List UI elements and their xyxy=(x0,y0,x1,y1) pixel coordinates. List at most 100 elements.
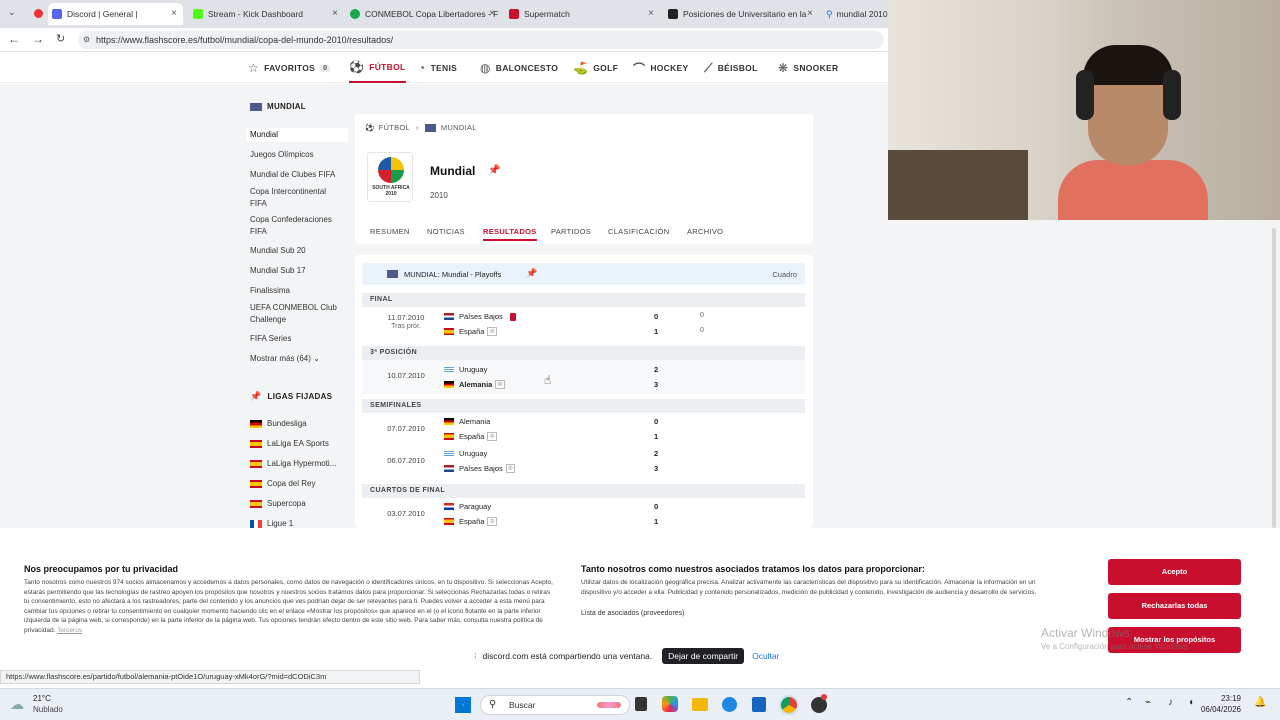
match-row[interactable]: 11.07.2010 Tras prór. Países Bajos Españ… xyxy=(362,307,805,341)
close-icon[interactable]: × xyxy=(807,8,813,19)
headphone-icon xyxy=(1076,70,1094,120)
stop-sharing-button[interactable]: Dejar de compartir xyxy=(662,648,745,664)
reload-icon[interactable]: ↻ xyxy=(56,32,65,45)
sidebar-item-finalissima[interactable]: Finalissima xyxy=(250,285,348,297)
match-date: 07.07.2010 xyxy=(387,424,425,433)
football-icon: ⚽ xyxy=(349,60,365,74)
store-icon[interactable] xyxy=(752,697,766,712)
site-info-icon[interactable]: ⚙ xyxy=(83,31,90,49)
chevron-up-icon[interactable]: ⌃ xyxy=(1125,697,1133,708)
pin-icon[interactable]: 📌 xyxy=(488,165,500,176)
tab-clasificacion[interactable]: CLASIFICACIÓN xyxy=(608,227,669,236)
reject-all-button[interactable]: Rechazarlas todas xyxy=(1108,593,1241,619)
edge-icon[interactable] xyxy=(722,697,737,712)
volume-icon[interactable]: ◖ xyxy=(1188,697,1194,708)
baseball-icon: ⟋ xyxy=(704,60,713,75)
home-score-90: 0 xyxy=(700,312,704,319)
file-explorer-icon[interactable] xyxy=(692,698,708,711)
back-icon[interactable]: ← xyxy=(8,32,20,46)
show-more-link[interactable]: Mostrar más (64) ⌄ xyxy=(250,353,348,365)
sidebar-item-mundial-sub20[interactable]: Mundial Sub 20 xyxy=(250,245,348,257)
nav-hockey[interactable]: ⌒ HOCKEY xyxy=(633,53,688,83)
drag-handle-icon[interactable]: ⁞ xyxy=(474,651,477,661)
results-list: MUNDIAL: Mundial - Playoffs 📌 Cuadro FIN… xyxy=(355,255,813,528)
pin-icon: 📌 xyxy=(250,391,262,401)
match-row[interactable]: 07.07.2010 Alemania España ♔ 0 1 xyxy=(362,413,805,445)
microphone-icon[interactable]: ♪ xyxy=(1168,697,1173,708)
clock-date[interactable]: 06/04/2026 xyxy=(1198,705,1241,714)
tab-supermatch[interactable]: Supermatch × xyxy=(505,3,660,25)
taskbar-search[interactable]: ⚲ Buscar xyxy=(480,695,630,715)
tab-posiciones[interactable]: Posiciones de Universitario en la × xyxy=(664,3,819,25)
weather-cloud-icon[interactable]: ☁ xyxy=(10,696,24,713)
breadcrumb-competition[interactable]: MUNDIAL xyxy=(441,123,477,132)
clock-time[interactable]: 23:19 xyxy=(1207,694,1241,703)
sidebar-item-juegos-olimpicos[interactable]: Juegos Olímpicos xyxy=(250,149,348,161)
match-row[interactable]: 06.07.2010 Uruguay Países Bajos ♔ 2 3 xyxy=(362,445,805,477)
sidebar-item-fifa-series[interactable]: FIFA Series xyxy=(250,333,348,345)
tab-kick[interactable]: Stream - Kick Dashboard × xyxy=(189,3,344,25)
url-field[interactable]: ⚙ https://www.flashscore.es/futbol/mundi… xyxy=(78,31,884,49)
match-row[interactable]: 03.07.2010 Paraguay España ♔ 0 1 xyxy=(362,498,805,528)
sidebar-item-mundial[interactable]: Mundial xyxy=(250,129,348,141)
tab-list-chevron-icon[interactable]: ⌄ xyxy=(8,7,16,18)
hide-share-button[interactable]: Ocultar xyxy=(752,651,779,661)
sidebar-section-mundial: MUNDIAL xyxy=(250,102,306,111)
partners-link[interactable]: Lista de asociados (proveedores) xyxy=(581,609,685,619)
notifications-bell-icon[interactable]: 🔔 xyxy=(1254,697,1266,708)
sidebar-item-copa-intercontinental[interactable]: Copa Intercontinental FIFA xyxy=(250,186,342,210)
nav-tenis[interactable]: ◔ TENIS xyxy=(418,53,457,83)
sidebar-item-mundial-clubes[interactable]: Mundial de Clubes FIFA xyxy=(250,169,348,181)
page-scrollbar[interactable] xyxy=(1272,228,1276,528)
favorites-count-badge: 0 xyxy=(320,64,331,72)
close-icon[interactable]: × xyxy=(489,8,495,19)
pin-icon[interactable]: 📌 xyxy=(526,268,537,279)
search-icon: ⚲ xyxy=(489,699,497,710)
network-icon[interactable]: ⌁ xyxy=(1145,697,1151,708)
pinned-laliga-hypermotion[interactable]: LaLiga Hypermoti... xyxy=(250,458,348,470)
tab-search-mundial[interactable]: ⚲ mundial 2010 xyxy=(822,3,888,25)
match-date: 10.07.2010 xyxy=(387,371,425,380)
tab-resumen[interactable]: RESUMEN xyxy=(370,227,410,236)
breadcrumb-sport[interactable]: FÚTBOL xyxy=(379,123,410,132)
nav-futbol[interactable]: ⚽ FÚTBOL xyxy=(349,53,406,83)
sidebar-item-copa-confederaciones[interactable]: Copa Confederaciones FIFA xyxy=(250,214,342,238)
nav-favoritos[interactable]: ☆ FAVORITOS 0 xyxy=(248,53,331,83)
nav-baloncesto[interactable]: ◍ BALONCESTO xyxy=(480,53,558,83)
close-icon[interactable]: × xyxy=(648,8,654,19)
sidebar-item-uefa-conmebol[interactable]: UEFA CONMEBOL Club Challenge xyxy=(250,302,348,326)
tab-archivo[interactable]: ARCHIVO xyxy=(687,227,723,236)
away-score: 3 xyxy=(654,380,659,389)
pinned-laliga[interactable]: LaLiga EA Sports xyxy=(250,438,348,450)
third-parties-link[interactable]: Terceros xyxy=(57,627,82,634)
tab-discord[interactable]: Discord | General | × xyxy=(48,3,183,25)
germany-flag-icon xyxy=(250,419,262,428)
close-icon[interactable]: × xyxy=(171,8,177,19)
germany-flag-icon xyxy=(444,381,454,388)
close-icon[interactable]: × xyxy=(332,8,338,19)
copilot-icon[interactable] xyxy=(662,696,678,712)
tournament-title[interactable]: MUNDIAL: Mundial - Playoffs xyxy=(404,270,501,279)
chrome-icon[interactable] xyxy=(781,697,797,713)
pinned-bundesliga[interactable]: Bundesliga xyxy=(250,418,348,430)
accept-button[interactable]: Acepto xyxy=(1108,559,1241,585)
nav-golf[interactable]: ⛳ GOLF xyxy=(573,53,618,83)
task-view-icon[interactable] xyxy=(635,697,647,711)
tab-resultados[interactable]: RESULTADOS xyxy=(483,227,537,241)
pinned-supercopa[interactable]: Supercopa xyxy=(250,498,348,510)
france-flag-icon xyxy=(250,519,262,528)
tab-conmebol[interactable]: CONMEBOL Copa Libertadores - F × xyxy=(346,3,501,25)
forward-icon[interactable]: → xyxy=(32,32,44,46)
home-score: 2 xyxy=(654,449,659,458)
nav-beisbol[interactable]: ⟋ BÉISBOL xyxy=(704,53,758,83)
bracket-link[interactable]: Cuadro xyxy=(772,270,797,279)
sidebar-item-mundial-sub17[interactable]: Mundial Sub 17 xyxy=(250,265,348,277)
tab-noticias[interactable]: NOTICIAS xyxy=(427,227,465,236)
home-score: 0 xyxy=(654,417,659,426)
tab-partidos[interactable]: PARTIDOS xyxy=(551,227,591,236)
match-row[interactable]: 10.07.2010 Uruguay Alemania ♔ 2 3 ☝ xyxy=(362,360,805,394)
pinned-ligue1[interactable]: Ligue 1 xyxy=(250,518,348,528)
pinned-copa-del-rey[interactable]: Copa del Rey xyxy=(250,478,348,490)
windows-start-icon[interactable] xyxy=(455,697,471,713)
nav-snooker[interactable]: ❋ SNOOKER xyxy=(778,53,838,83)
